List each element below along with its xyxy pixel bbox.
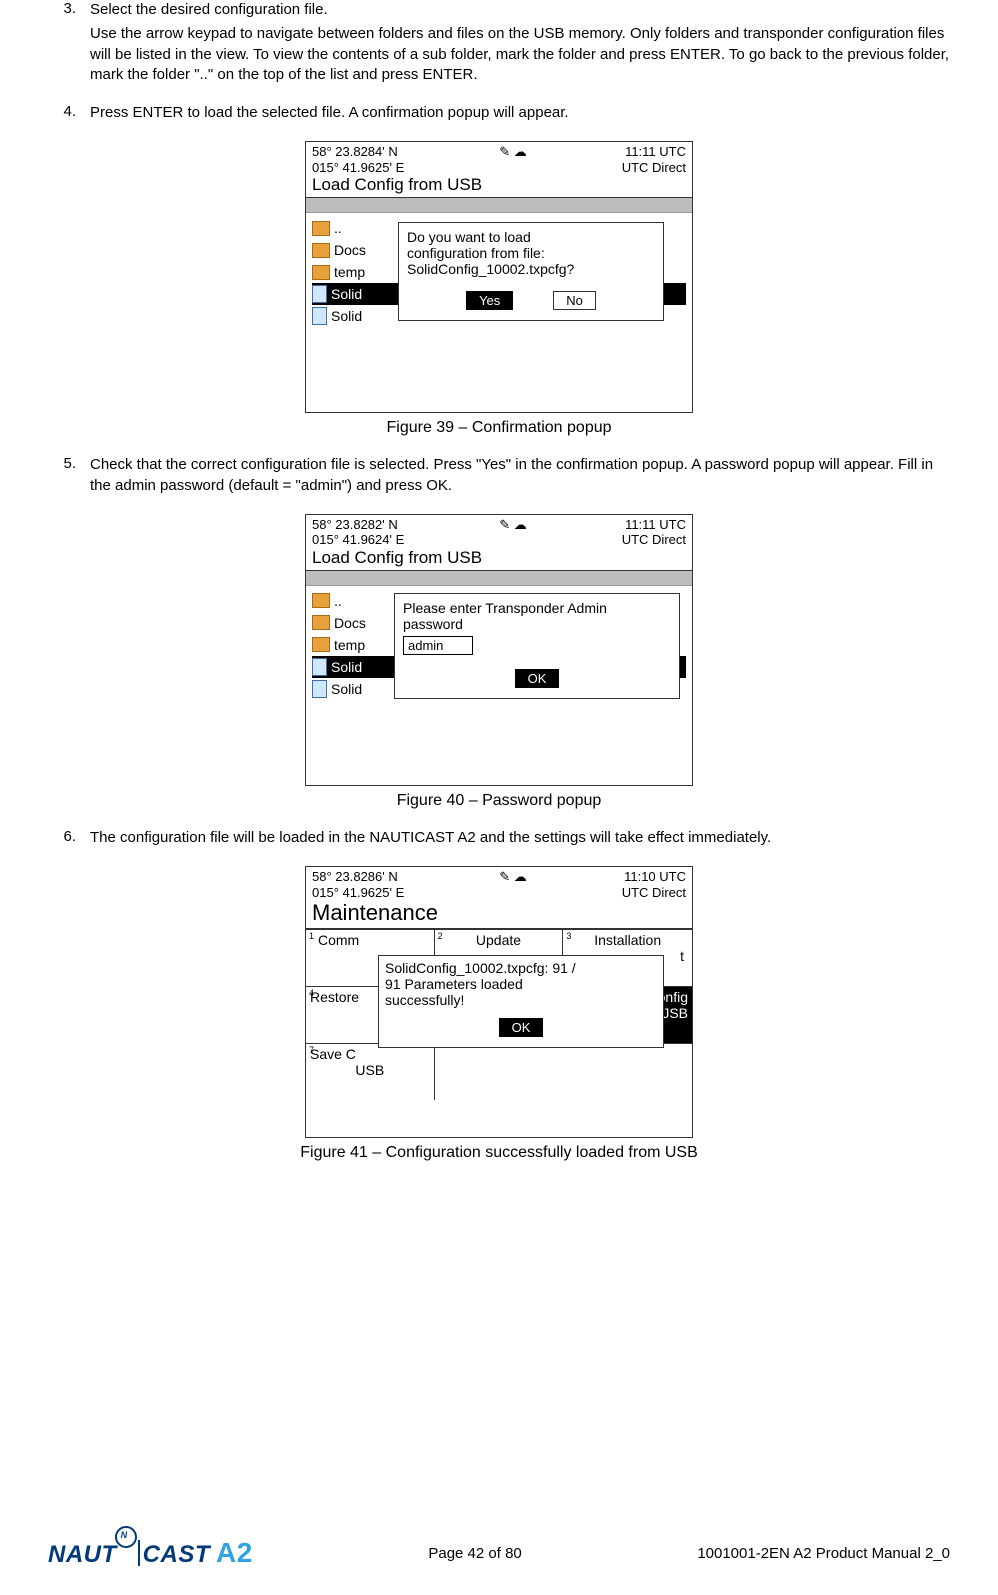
file-icon [312, 285, 327, 303]
list-item: temp [334, 262, 365, 282]
nauticast-logo: NAUT CAST A2 [48, 1537, 253, 1569]
popup-text: configuration from file: [407, 245, 655, 261]
list-item: Solid [331, 657, 362, 677]
popup-text: SolidConfig_10002.txpcfg? [407, 261, 655, 277]
list-item: Docs [334, 613, 366, 633]
list-item: temp [334, 635, 365, 655]
logo-bar-icon [138, 1540, 140, 1566]
time: 11:11 UTC [622, 517, 686, 533]
latitude: 58° 23.8286' N [312, 869, 404, 885]
time: 11:11 UTC [622, 144, 686, 160]
popup-text: 91 Parameters loaded [385, 976, 657, 992]
step-3-title: Select the desired configuration file. [90, 0, 950, 20]
success-popup: SolidConfig_10002.txpcfg: 91 / 91 Parame… [378, 955, 664, 1048]
step-number: 6. [48, 828, 90, 852]
step-number: 4. [48, 103, 90, 127]
ok-button[interactable]: OK [515, 669, 560, 688]
popup-text: password [403, 616, 671, 632]
password-input[interactable]: admin [403, 636, 473, 655]
file-icon [312, 307, 327, 325]
time: 11:10 UTC [622, 869, 686, 885]
figure-40-image: 58° 23.8282' N 015° 41.9624' E ✎ ☁ 11:11… [305, 514, 693, 786]
longitude: 015° 41.9624' E [312, 532, 404, 548]
device-screen-password: 58° 23.8282' N 015° 41.9624' E ✎ ☁ 11:11… [305, 514, 693, 786]
list-item: .. [334, 218, 342, 238]
screen-title: Load Config from USB [306, 175, 692, 198]
screen-title: Maintenance [306, 900, 692, 929]
folder-icon [312, 265, 330, 280]
page-footer: NAUT CAST A2 Page 42 of 80 1001001-2EN A… [48, 1537, 950, 1569]
time-mode: UTC Direct [622, 532, 686, 548]
logo-naut: NAUT [48, 1541, 117, 1569]
folder-icon [312, 615, 330, 630]
steps-list-cont: 5. Check that the correct configuration … [48, 455, 950, 500]
column-header-bar [306, 571, 692, 586]
list-item: Solid [331, 679, 362, 699]
no-button[interactable]: No [553, 291, 596, 310]
page-number: Page 42 of 80 [428, 1545, 521, 1562]
popup-text: Do you want to load [407, 229, 655, 245]
figure-40-caption: Figure 40 – Password popup [48, 792, 950, 810]
step-5-body: Check that the correct configuration fil… [90, 455, 950, 496]
figure-39-caption: Figure 39 – Confirmation popup [48, 419, 950, 437]
yes-button[interactable]: Yes [466, 291, 513, 310]
list-item: Docs [334, 240, 366, 260]
latitude: 58° 23.8284' N [312, 144, 404, 160]
status-icons: ✎ ☁ [499, 869, 527, 900]
list-item: Solid [331, 284, 362, 304]
device-screen-maintenance: 58° 23.8286' N 015° 41.9625' E ✎ ☁ 11:10… [305, 866, 693, 1138]
folder-icon [312, 221, 330, 236]
step-6-body: The configuration file will be loaded in… [90, 828, 950, 848]
step-4: 4. Press ENTER to load the selected file… [48, 103, 950, 127]
file-icon [312, 680, 327, 698]
step-6: 6. The configuration file will be loaded… [48, 828, 950, 852]
figure-39-image: 58° 23.8284' N 015° 41.9625' E ✎ ☁ 11:11… [305, 141, 693, 413]
longitude: 015° 41.9625' E [312, 885, 404, 901]
step-3-body: Use the arrow keypad to navigate between… [90, 24, 950, 85]
figure-41-caption: Figure 41 – Configuration successfully l… [48, 1144, 950, 1162]
steps-list: 3. Select the desired configuration file… [48, 0, 950, 127]
ok-button[interactable]: OK [499, 1018, 544, 1037]
file-icon [312, 658, 327, 676]
document-id: 1001001-2EN A2 Product Manual 2_0 [697, 1545, 950, 1562]
folder-icon [312, 637, 330, 652]
time-mode: UTC Direct [622, 885, 686, 901]
step-number: 3. [48, 0, 90, 89]
list-item: Solid [331, 306, 362, 326]
steps-list-cont2: 6. The configuration file will be loaded… [48, 828, 950, 852]
step-5: 5. Check that the correct configuration … [48, 455, 950, 500]
page: 3. Select the desired configuration file… [0, 0, 998, 1595]
password-popup: Please enter Transponder Admin password … [394, 593, 680, 699]
status-icons: ✎ ☁ [499, 144, 527, 175]
popup-text: SolidConfig_10002.txpcfg: 91 / [385, 960, 657, 976]
time-mode: UTC Direct [622, 160, 686, 176]
latitude: 58° 23.8282' N [312, 517, 404, 533]
menu-cell[interactable]: 7Save CUSB [306, 1044, 435, 1100]
logo-cast: CAST [143, 1541, 210, 1569]
screen-title: Load Config from USB [306, 548, 692, 571]
step-number: 5. [48, 455, 90, 500]
logo-n-icon [115, 1526, 137, 1548]
column-header-bar [306, 198, 692, 213]
step-3: 3. Select the desired configuration file… [48, 0, 950, 89]
longitude: 015° 41.9625' E [312, 160, 404, 176]
popup-text: Please enter Transponder Admin [403, 600, 671, 616]
folder-icon [312, 593, 330, 608]
logo-a2: A2 [216, 1537, 253, 1569]
confirmation-popup: Do you want to load configuration from f… [398, 222, 664, 321]
device-screen-confirmation: 58° 23.8284' N 015° 41.9625' E ✎ ☁ 11:11… [305, 141, 693, 413]
popup-text: successfully! [385, 992, 657, 1008]
status-icons: ✎ ☁ [499, 517, 527, 548]
step-4-body: Press ENTER to load the selected file. A… [90, 103, 950, 123]
folder-icon [312, 243, 330, 258]
figure-41-image: 58° 23.8286' N 015° 41.9625' E ✎ ☁ 11:10… [305, 866, 693, 1138]
list-item: .. [334, 591, 342, 611]
